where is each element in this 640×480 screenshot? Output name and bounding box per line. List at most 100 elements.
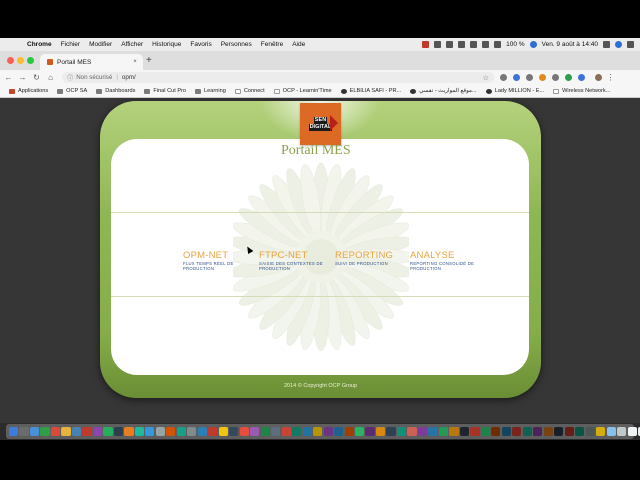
dock-app-icon[interactable] bbox=[208, 426, 218, 437]
dock-app-icon[interactable] bbox=[239, 426, 249, 437]
info-icon[interactable]: ⓘ bbox=[67, 73, 73, 82]
dock-app-icon[interactable] bbox=[365, 426, 375, 437]
dock-app-icon[interactable] bbox=[491, 426, 501, 437]
dock-app-icon[interactable] bbox=[585, 426, 595, 437]
back-button[interactable]: ← bbox=[3, 73, 14, 82]
module-link-reporting[interactable]: REPORTING SUIVI DE PRODUCTION bbox=[335, 251, 409, 267]
dock-app-icon[interactable] bbox=[176, 426, 186, 437]
tray-app-icon[interactable] bbox=[434, 41, 442, 48]
dock-app-icon[interactable] bbox=[155, 426, 165, 437]
url-text[interactable]: opm/ bbox=[122, 74, 136, 81]
menu-favoris[interactable]: Favoris bbox=[190, 41, 211, 48]
menu-fenetre[interactable]: Fenêtre bbox=[261, 41, 283, 48]
dock-app-icon[interactable] bbox=[596, 426, 606, 437]
menu-personnes[interactable]: Personnes bbox=[221, 41, 252, 48]
home-button[interactable]: ⌂ bbox=[45, 73, 56, 82]
window-close-button[interactable] bbox=[7, 57, 14, 64]
dock-app-icon[interactable] bbox=[407, 426, 417, 437]
browser-tab[interactable]: Portail MES × bbox=[40, 54, 143, 70]
search-icon[interactable] bbox=[603, 41, 610, 48]
dock-app-icon[interactable] bbox=[29, 426, 40, 437]
reload-button[interactable]: ↻ bbox=[31, 73, 42, 82]
dock-app-icon[interactable] bbox=[19, 426, 29, 437]
bookmark-star-icon[interactable]: ☆ bbox=[483, 74, 489, 82]
dock-app-icon[interactable] bbox=[501, 426, 511, 437]
siri-icon[interactable] bbox=[615, 41, 622, 48]
security-indicator[interactable]: Non sécurisé bbox=[76, 74, 112, 81]
bookmark-folder-learning[interactable]: Learning bbox=[195, 88, 226, 94]
dock-app-icon[interactable] bbox=[522, 426, 532, 437]
dock-app-icon[interactable] bbox=[564, 426, 574, 437]
bookmark-folder-final-cut-pro[interactable]: Final Cut Pro bbox=[144, 88, 186, 94]
module-link-analyse[interactable]: ANALYSE REPORTING CONSOLIDÉ DE PRODUCTIO… bbox=[410, 251, 484, 272]
clock[interactable]: Ven. 9 août à 14:40 bbox=[542, 41, 598, 48]
window-minimize-button[interactable] bbox=[17, 57, 24, 64]
tray-app-icon[interactable] bbox=[458, 41, 466, 48]
dock-app-icon[interactable] bbox=[575, 426, 585, 437]
extension-icon[interactable] bbox=[565, 74, 572, 81]
dock-app-icon[interactable] bbox=[61, 426, 71, 437]
address-bar[interactable]: ⓘ Non sécurisé | opm/ ☆ bbox=[62, 72, 494, 83]
wifi-icon[interactable] bbox=[482, 41, 490, 48]
dock-app-icon[interactable] bbox=[459, 426, 470, 437]
dock-app-icon[interactable] bbox=[344, 426, 354, 437]
dock-app-icon[interactable] bbox=[617, 426, 627, 437]
dock-app-icon[interactable] bbox=[417, 426, 428, 437]
module-link-opm-net[interactable]: OPM-NET FLUX TEMPS RÉEL DE PRODUCTION bbox=[183, 251, 257, 272]
dock-app-icon[interactable] bbox=[260, 426, 270, 437]
dock-app-icon[interactable] bbox=[9, 426, 19, 437]
menu-chrome[interactable]: Chrome bbox=[27, 41, 52, 48]
bookmark-lady-million[interactable]: Lady MILLION - E... bbox=[485, 88, 544, 94]
bookmark-applications[interactable]: Applications bbox=[9, 88, 48, 94]
dock-app-icon[interactable] bbox=[124, 426, 134, 437]
bookmark-wireless-network[interactable]: Wireless Network... bbox=[553, 88, 610, 94]
dock-app-icon[interactable] bbox=[533, 426, 543, 437]
dock-app-icon[interactable] bbox=[145, 426, 155, 437]
tray-app-icon[interactable] bbox=[470, 41, 478, 48]
bookmark-connect[interactable]: Connect bbox=[234, 88, 265, 94]
dock-app-icon[interactable] bbox=[82, 426, 92, 437]
dock-app-icon[interactable] bbox=[292, 426, 302, 437]
menu-afficher[interactable]: Afficher bbox=[121, 41, 143, 48]
extension-icon[interactable] bbox=[578, 74, 585, 81]
bookmark-folder-ocp-sa[interactable]: OCP SA bbox=[57, 88, 87, 94]
tray-app-icon[interactable] bbox=[446, 41, 454, 48]
bookmark-elbilia-safi[interactable]: ELBILIA SAFI - PR... bbox=[340, 88, 401, 94]
battery-percentage[interactable]: 100 % bbox=[506, 41, 524, 48]
dock-app-icon[interactable] bbox=[375, 426, 386, 437]
tray-app-icon[interactable] bbox=[422, 41, 430, 48]
extension-icon[interactable] bbox=[500, 74, 507, 81]
forward-button[interactable]: → bbox=[17, 73, 28, 82]
module-link-ftpc-net[interactable]: FTPC-NET SAISIE DES CONTEXTES DE PRODUCT… bbox=[259, 251, 333, 272]
extension-icon[interactable] bbox=[552, 74, 559, 81]
dock-app-icon[interactable] bbox=[554, 426, 564, 437]
volume-icon[interactable] bbox=[494, 41, 502, 48]
dock-app-icon[interactable] bbox=[438, 426, 449, 437]
dock-app-icon[interactable] bbox=[543, 426, 553, 437]
input-source-icon[interactable] bbox=[529, 41, 537, 48]
dock-app-icon[interactable] bbox=[71, 426, 82, 437]
dock-app-icon[interactable] bbox=[470, 426, 480, 437]
extension-icon[interactable] bbox=[526, 74, 533, 81]
dock-app-icon[interactable] bbox=[281, 426, 291, 437]
dock-app-icon[interactable] bbox=[627, 426, 637, 437]
extension-icon[interactable] bbox=[513, 74, 520, 81]
menu-historique[interactable]: Historique bbox=[152, 41, 181, 48]
profile-avatar[interactable] bbox=[595, 74, 602, 81]
dock-app-icon[interactable] bbox=[386, 426, 396, 437]
notification-center-icon[interactable] bbox=[627, 41, 634, 48]
dock-app-icon[interactable] bbox=[229, 426, 239, 437]
dock-app-icon[interactable] bbox=[512, 426, 522, 437]
dock-app-icon[interactable] bbox=[449, 426, 459, 437]
dock-app-icon[interactable] bbox=[313, 426, 323, 437]
rss-extension-icon[interactable] bbox=[539, 74, 546, 81]
dock-app-icon[interactable] bbox=[271, 426, 281, 437]
menu-modifier[interactable]: Modifier bbox=[89, 41, 112, 48]
dock-app-icon[interactable] bbox=[606, 426, 616, 437]
dock-app-icon[interactable] bbox=[480, 426, 490, 437]
dock-app-icon[interactable] bbox=[334, 426, 344, 437]
bookmark-folder-dashboards[interactable]: Dashboards bbox=[96, 88, 135, 94]
dock-app-icon[interactable] bbox=[302, 426, 312, 437]
dock-app-icon[interactable] bbox=[396, 426, 407, 437]
new-tab-button[interactable]: + bbox=[146, 55, 152, 67]
